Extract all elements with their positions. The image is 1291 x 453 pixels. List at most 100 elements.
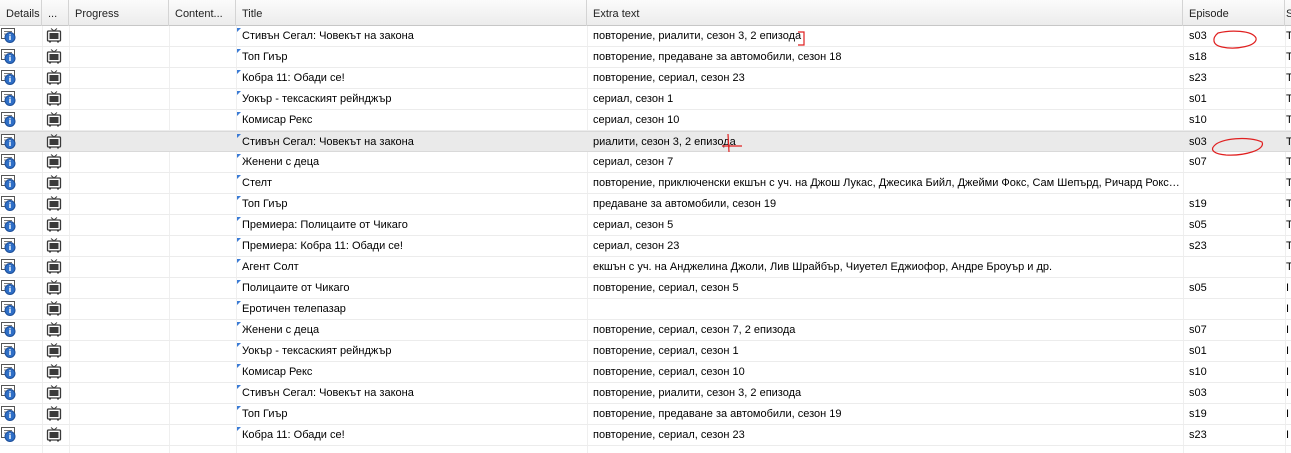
column-header-episode[interactable]: Episode: [1183, 0, 1285, 26]
details-cell[interactable]: [0, 320, 42, 340]
details-cell[interactable]: [0, 278, 42, 298]
type-cell: [42, 173, 69, 193]
table-row[interactable]: Кобра 11: Обади се! повторение, сериал, с…: [0, 68, 1291, 89]
details-cell[interactable]: [0, 446, 42, 453]
title-text: Топ Гиър: [242, 198, 288, 210]
details-cell[interactable]: [0, 68, 42, 88]
details-cell[interactable]: [0, 383, 42, 403]
info-details-icon[interactable]: [1, 280, 17, 298]
type-cell: [42, 362, 69, 382]
details-cell[interactable]: [0, 299, 42, 319]
details-cell[interactable]: [0, 362, 42, 382]
info-details-icon[interactable]: [1, 406, 17, 424]
truncated-cell: I: [1286, 429, 1290, 441]
info-details-icon[interactable]: [1, 301, 17, 319]
table-row[interactable]: Агент Солт екшън с уч. на Анджелина Джоли…: [0, 257, 1291, 278]
details-cell[interactable]: [0, 194, 42, 214]
table-row[interactable]: Уокър - тексаският рейнджър сериал, сезон…: [0, 89, 1291, 110]
tv-icon: [46, 28, 62, 46]
table-row[interactable]: Уокър - тексаският рейнджър повторение, с…: [0, 341, 1291, 362]
title-flag-icon: [237, 238, 241, 242]
title-cell: Топ Гиър: [236, 47, 586, 67]
episode-cell: s03: [1189, 136, 1207, 148]
tv-icon: [46, 49, 62, 67]
info-details-icon[interactable]: [1, 364, 17, 382]
table-row[interactable]: Стивън Сегал: Човекът на закона повторени…: [0, 383, 1291, 404]
title-flag-icon: [237, 301, 241, 305]
info-details-icon[interactable]: [1, 343, 17, 361]
episode-cell: s05: [1189, 282, 1207, 294]
details-cell[interactable]: [0, 341, 42, 361]
table-row[interactable]: Стивън Сегал: Човекът на закона риалити, …: [0, 131, 1291, 152]
details-cell[interactable]: [0, 47, 42, 67]
info-details-icon[interactable]: [1, 385, 17, 403]
table-row[interactable]: Комисар Рекс повторение, сериал, сезон 10…: [0, 362, 1291, 383]
column-header-title[interactable]: Title: [236, 0, 587, 26]
type-cell: [42, 383, 69, 403]
title-cell: Стивън Сегал: Човекът на закона: [236, 383, 586, 403]
info-details-icon[interactable]: [1, 134, 17, 152]
column-header-progress[interactable]: Progress: [69, 0, 169, 26]
table-row[interactable]: Кобра 11: Обади се! повторение, сериал, с…: [0, 425, 1291, 446]
column-header-type[interactable]: ...: [42, 0, 69, 26]
episode-cell: s23: [1189, 429, 1207, 441]
title-text: Премиера: Кобра 11: Обади се!: [242, 240, 403, 252]
tv-icon: [46, 217, 62, 235]
details-cell[interactable]: [0, 110, 42, 130]
table-row[interactable]: Топ Гиър повторение, предаване за автомоб…: [0, 404, 1291, 425]
info-details-icon[interactable]: [1, 28, 17, 46]
column-header-extra-text[interactable]: Extra text: [587, 0, 1183, 26]
info-details-icon[interactable]: [1, 238, 17, 256]
details-cell[interactable]: [0, 236, 42, 256]
info-details-icon[interactable]: [1, 259, 17, 277]
info-details-icon[interactable]: [1, 49, 17, 67]
table-row[interactable]: Комисар Рекс сериал, сезон 10 s10 T: [0, 110, 1291, 131]
info-details-icon[interactable]: [1, 112, 17, 130]
table-row[interactable]: Топ Гиър предаване за автомобили, сезон 1…: [0, 194, 1291, 215]
title-cell: Комисар Рекс: [236, 362, 586, 382]
table-row[interactable]: Топ Гиър повторение, предаване за автомоб…: [0, 47, 1291, 68]
table-row[interactable]: [0, 446, 1291, 453]
title-text: Топ Гиър: [242, 408, 288, 420]
table-row[interactable]: Женени с деца повторение, сериал, сезон 7…: [0, 320, 1291, 341]
extra-text-cell: повторение, предаване за автомобили, сез…: [593, 51, 842, 63]
extra-text-cell: повторение, сериал, сезон 7, 2 епизода: [593, 324, 796, 336]
info-details-icon[interactable]: [1, 217, 17, 235]
details-cell[interactable]: [0, 173, 42, 193]
table-row[interactable]: Премиера: Кобра 11: Обади се! сериал, сез…: [0, 236, 1291, 257]
details-cell[interactable]: [0, 257, 42, 277]
details-cell[interactable]: [0, 215, 42, 235]
table-row[interactable]: Премиера: Полицаите от Чикаго сериал, сез…: [0, 215, 1291, 236]
table-row[interactable]: Стивън Сегал: Човекът на закона повторени…: [0, 26, 1291, 47]
episode-cell: s23: [1189, 240, 1207, 252]
title-flag-icon: [237, 91, 241, 95]
type-cell: [42, 425, 69, 445]
info-details-icon[interactable]: [1, 427, 17, 445]
details-cell[interactable]: [0, 152, 42, 172]
table-row[interactable]: Стелт повторение, приключенски екшън с уч…: [0, 173, 1291, 194]
table-row[interactable]: Еротичен телепазар I: [0, 299, 1291, 320]
info-details-icon[interactable]: [1, 154, 17, 172]
details-cell[interactable]: [0, 89, 42, 109]
truncated-cell: [1285, 446, 1291, 453]
details-cell[interactable]: [0, 425, 42, 445]
details-cell[interactable]: [0, 132, 42, 152]
title-text: Агент Солт: [242, 261, 299, 273]
table-row[interactable]: Полицаите от Чикаго повторение, сериал, с…: [0, 278, 1291, 299]
info-details-icon[interactable]: [1, 196, 17, 214]
info-details-icon[interactable]: [1, 70, 17, 88]
info-details-icon[interactable]: [1, 322, 17, 340]
column-header-details[interactable]: Details: [0, 0, 42, 26]
info-details-icon[interactable]: [1, 91, 17, 109]
details-cell[interactable]: [0, 26, 42, 46]
truncated-cell: T: [1285, 152, 1291, 172]
extra-text-cell: повторение, риалити, сезон 3, 2 епизода: [593, 30, 802, 42]
type-cell: [42, 110, 69, 130]
details-cell[interactable]: [0, 404, 42, 424]
info-details-icon[interactable]: [1, 175, 17, 193]
column-header-content[interactable]: Content...: [169, 0, 236, 26]
table-row[interactable]: Женени с деца сериал, сезон 7 s07 T: [0, 152, 1291, 173]
extra-text-cell: повторение, сериал, сезон 1: [593, 345, 739, 357]
tv-icon: [46, 134, 62, 152]
column-header-truncated[interactable]: S: [1285, 0, 1291, 26]
